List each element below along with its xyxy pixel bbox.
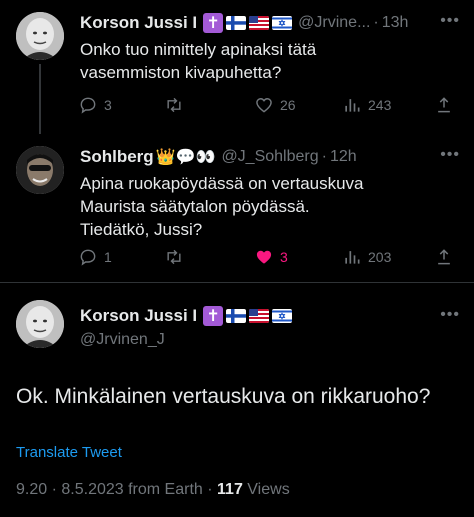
retweet-button[interactable] — [164, 247, 190, 267]
heart-filled-icon — [256, 250, 272, 264]
more-options-icon[interactable]: ••• — [440, 306, 460, 324]
avatar[interactable] — [16, 12, 64, 60]
tweet-2[interactable]: Sohlberg 👑💬👀 @J_Sohlberg · 12h ••• Apina… — [0, 132, 474, 282]
separator: · — [51, 481, 62, 498]
handle[interactable]: @Jrvinen_J — [80, 331, 165, 349]
like-button[interactable]: 3 — [254, 247, 288, 267]
avatar-image — [16, 12, 64, 60]
views-button[interactable]: 203 — [342, 247, 391, 267]
reply-icon — [80, 97, 96, 114]
views-icon — [345, 99, 360, 112]
finland-flag-icon — [226, 309, 247, 323]
views-count: 203 — [368, 249, 392, 265]
views-label: Views — [247, 481, 290, 498]
retweet-icon — [167, 249, 181, 265]
like-button[interactable]: 26 — [254, 95, 296, 115]
main-author: Korson Jussi I ✝ — [80, 306, 293, 326]
display-name[interactable]: Sohlberg — [80, 147, 154, 167]
tweet-meta: 9.20 · 8.5.2023 from Earth · 117 Views — [16, 481, 290, 499]
avatar-image — [16, 300, 64, 348]
retweet-icon — [167, 97, 181, 113]
share-icon — [438, 97, 450, 113]
israel-flag-icon — [272, 16, 293, 30]
usa-flag-icon — [249, 309, 270, 323]
like-count: 3 — [280, 249, 288, 265]
profile-badges: ✝ — [203, 13, 293, 33]
views-button[interactable]: 243 — [342, 95, 391, 115]
retweet-button[interactable] — [164, 95, 190, 115]
cross-icon: ✝ — [203, 306, 224, 326]
cross-icon: ✝ — [203, 13, 224, 33]
tweet-1[interactable]: Korson Jussi I ✝ @Jrvine... · 13h ••• On… — [0, 0, 474, 134]
handle[interactable]: @Jrvine... — [298, 14, 370, 32]
reply-button[interactable]: 3 — [78, 95, 112, 115]
tweet-text: Ok. Minkälainen vertauskuva on rikkaruoh… — [16, 385, 431, 408]
separator: · — [207, 481, 218, 498]
name-emojis: 👑💬👀 — [155, 149, 216, 166]
tweet-text: Apina ruokapöydässä on vertauskuva Mauri… — [80, 174, 364, 239]
reply-count: 3 — [104, 97, 112, 113]
heart-icon — [256, 98, 272, 113]
share-button[interactable] — [434, 95, 454, 115]
finland-flag-icon — [226, 16, 247, 30]
tweet-time[interactable]: 9.20 — [16, 481, 47, 498]
israel-flag-icon — [272, 309, 293, 323]
tweet-header: Korson Jussi I ✝ @Jrvine... · 13h — [80, 12, 462, 34]
main-avatar[interactable] — [16, 300, 64, 348]
share-icon — [438, 249, 450, 265]
avatar[interactable] — [16, 146, 64, 194]
timestamp[interactable]: 12h — [330, 148, 357, 166]
divider — [0, 282, 474, 283]
tweet-source: from Earth — [128, 481, 203, 498]
avatar-image — [16, 146, 64, 194]
reply-button[interactable]: 1 — [78, 247, 112, 267]
profile-badges: ✝ — [203, 306, 293, 326]
display-name[interactable]: Korson Jussi I — [80, 13, 197, 33]
share-button[interactable] — [434, 247, 454, 267]
reply-count: 1 — [104, 249, 112, 265]
reply-icon — [80, 249, 96, 266]
views-icon — [345, 251, 360, 264]
separator: · — [321, 148, 327, 165]
display-name[interactable]: Korson Jussi I — [80, 306, 197, 326]
timestamp[interactable]: 13h — [382, 14, 409, 32]
separator: · — [373, 14, 379, 31]
translate-tweet-link[interactable]: Translate Tweet — [16, 444, 122, 461]
tweet-text: Onko tuo nimittely apinaksi tätä vasemmi… — [80, 40, 317, 82]
tweet-actions: 1 3 203 — [78, 247, 460, 269]
views-count: 117 — [217, 481, 243, 498]
tweet-header: Sohlberg 👑💬👀 @J_Sohlberg · 12h — [80, 146, 462, 168]
tweet-actions: 3 26 243 — [78, 95, 460, 117]
views-count: 243 — [368, 97, 392, 113]
tweet-date[interactable]: 8.5.2023 — [61, 481, 123, 498]
handle[interactable]: @J_Sohlberg — [221, 148, 318, 166]
more-options-icon[interactable]: ••• — [440, 12, 460, 30]
more-options-icon[interactable]: ••• — [440, 146, 460, 164]
thread-line — [39, 64, 41, 134]
like-count: 26 — [280, 97, 296, 113]
usa-flag-icon — [249, 16, 270, 30]
